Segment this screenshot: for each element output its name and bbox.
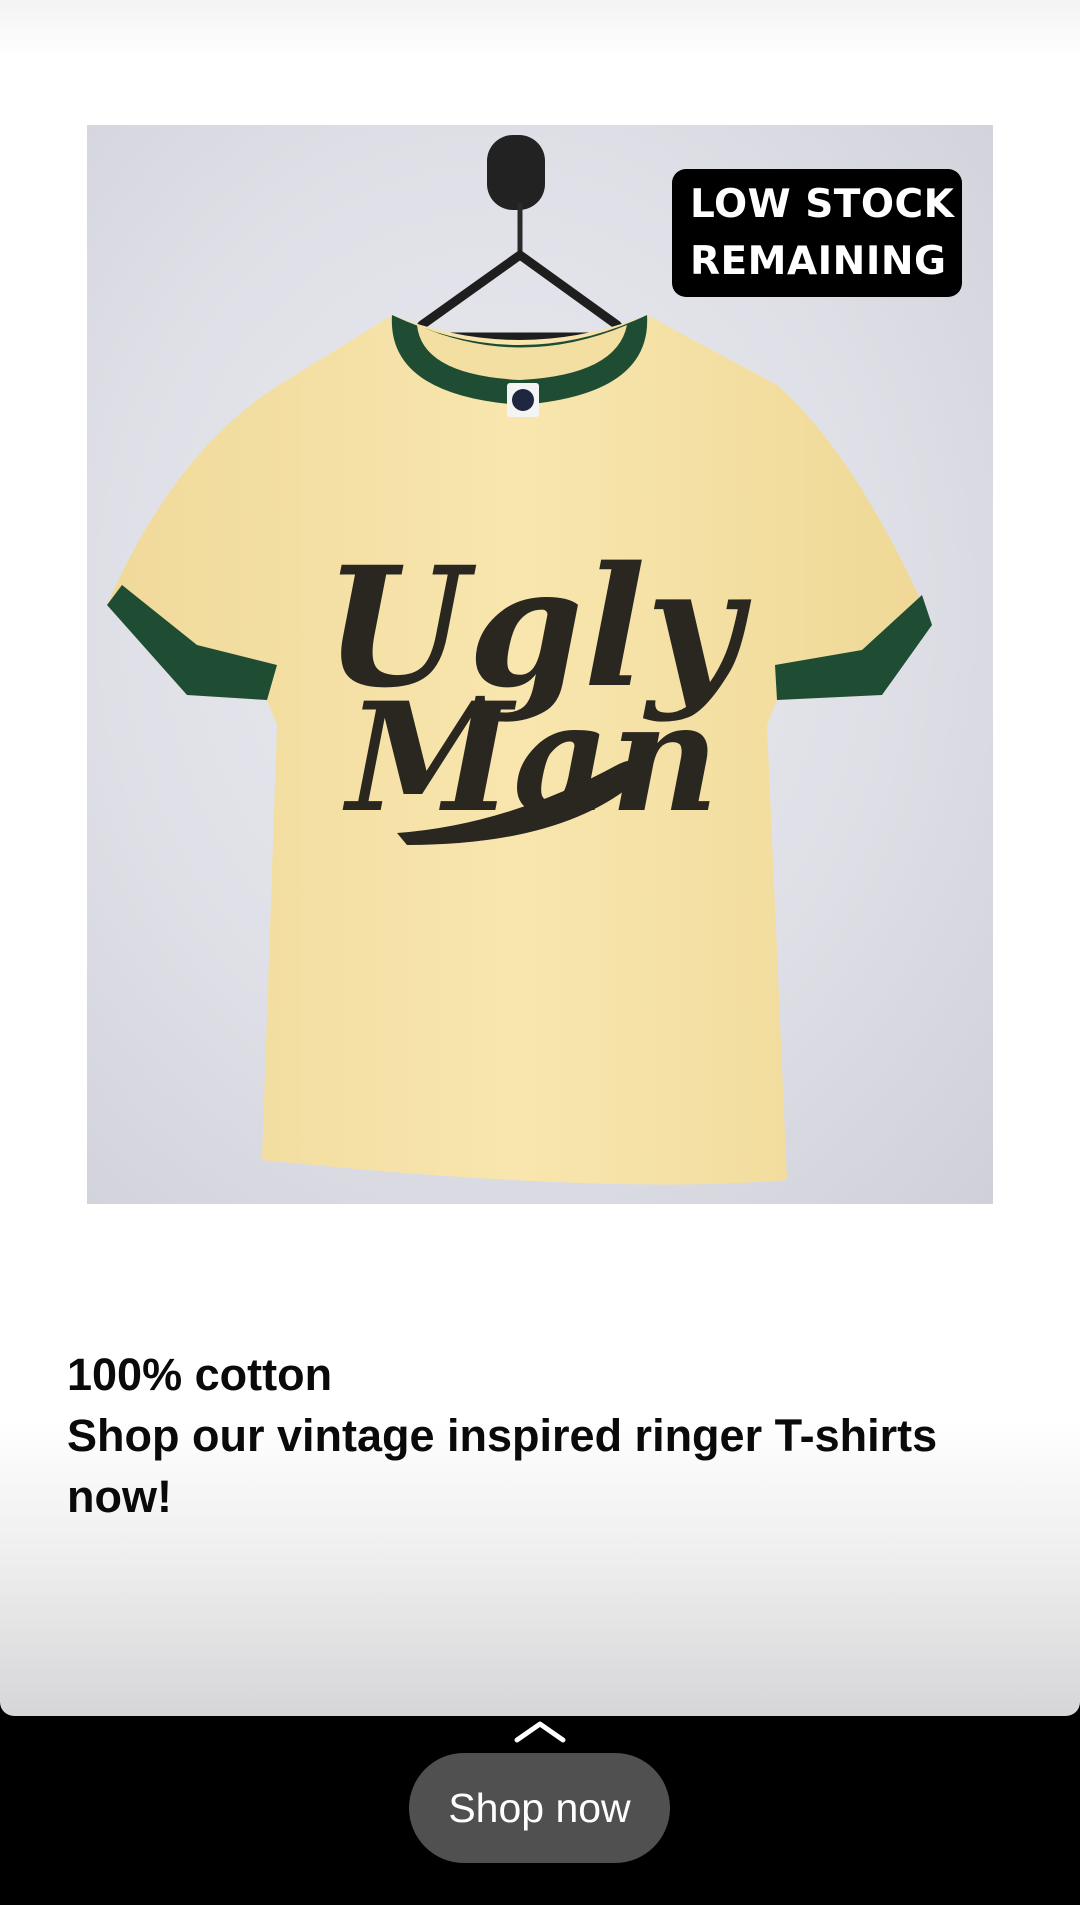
caption-line-1: 100% cotton (67, 1349, 333, 1400)
wall-hook (487, 135, 545, 210)
badge-line-1: LOW STOCK (690, 182, 955, 227)
low-stock-badge: LOW STOCK REMAINING (672, 169, 962, 297)
badge-line-2: REMAINING (690, 239, 947, 284)
caption-line-2: Shop our vintage inspired ringer T-shirt… (67, 1410, 938, 1522)
shop-now-button[interactable]: Shop now (409, 1753, 670, 1863)
story-card: Ugly Man LOW STOCK REMAINING 100% cotton… (0, 0, 1080, 1716)
hanger (414, 249, 625, 342)
shop-now-label: Shop now (448, 1784, 631, 1831)
story-caption: 100% cotton Shop our vintage inspired ri… (67, 1344, 1027, 1527)
chevron-up-icon[interactable] (513, 1716, 567, 1746)
